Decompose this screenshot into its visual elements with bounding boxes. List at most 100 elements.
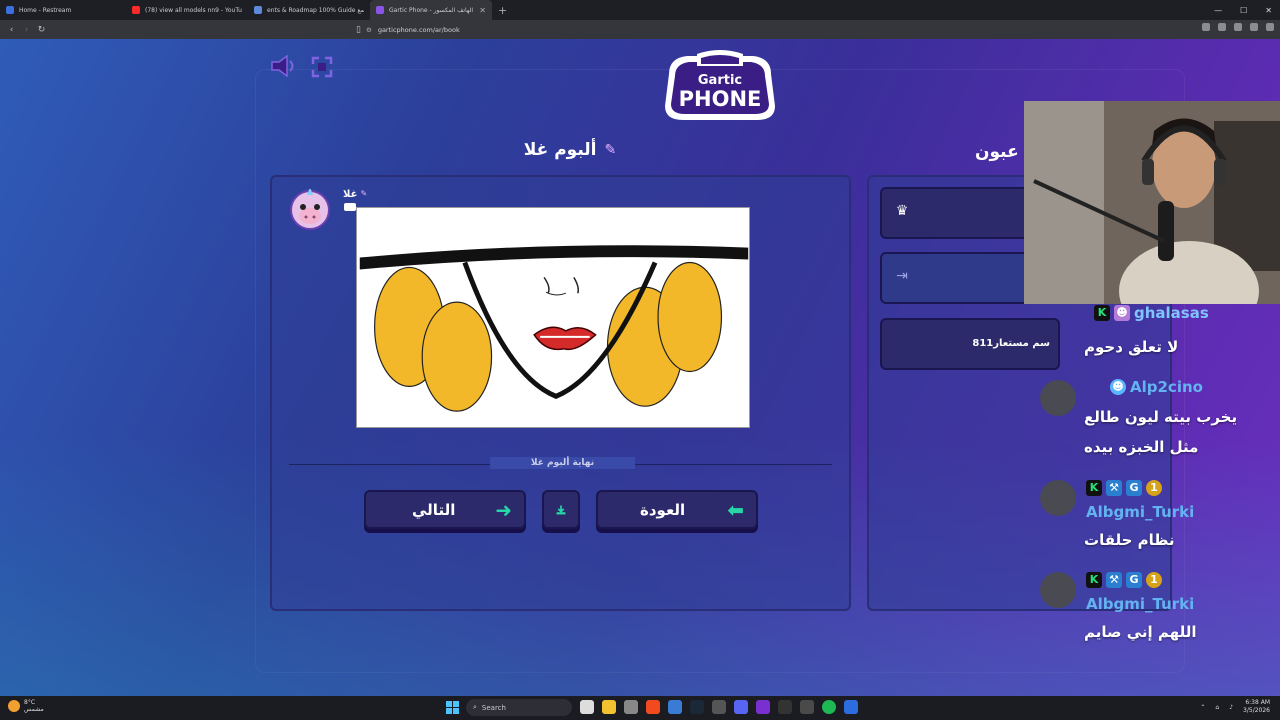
back-icon[interactable]: ‹ [4, 25, 19, 35]
bookmark-icon[interactable]: ▯ [351, 25, 366, 35]
chat-message-text: لا تعلق دحوم [1084, 338, 1179, 356]
taskbar-search[interactable]: ⌕ Search [466, 699, 572, 716]
gartic-phone-logo: Gartic PHONE [665, 50, 775, 120]
chat-avatar [1040, 480, 1076, 516]
file-explorer-icon[interactable] [602, 700, 616, 714]
end-label-text: نهاية ألبوم غلا [530, 458, 595, 468]
weather-desc: مشمس [24, 706, 44, 713]
tab-youtube[interactable]: (78) view all models nn9 - YouTube [126, 0, 248, 20]
kick-badge-icon: K [1086, 480, 1102, 496]
next-button[interactable]: التالي ➜ [364, 490, 526, 529]
chat-message: لا تعلق دحوم [1084, 338, 1178, 356]
clock[interactable]: 6:38 AM 3/5/2026 [1243, 699, 1270, 715]
system-tray: ⌃ ⌂ ♪ 6:38 AM 3/5/2026 [1200, 699, 1270, 715]
youtube-favicon-icon [132, 6, 140, 14]
chat-message-text: نظام حلقات [1084, 531, 1175, 549]
download-button[interactable] [542, 490, 580, 529]
weather-widget[interactable]: 8°C مشمس [8, 699, 44, 713]
chat-username-row: K ☻ ghalasas [1094, 304, 1209, 322]
browser-tabbar: Home - Restream (78) view all models nn9… [0, 0, 1280, 20]
menu-icon[interactable] [1266, 23, 1274, 31]
chat-message: نظام حلقات [1084, 531, 1175, 549]
app-icon[interactable] [668, 700, 682, 714]
maximize-icon[interactable]: ☐ [1240, 6, 1247, 15]
chat-username: ghalasas [1134, 304, 1209, 322]
steam-icon[interactable] [690, 700, 704, 714]
close-window-icon[interactable]: ✕ [1265, 6, 1272, 15]
rank-badge-icon: 1 [1146, 480, 1162, 496]
gift-badge-icon: G [1126, 572, 1142, 588]
windows-taskbar: 8°C مشمس ⌕ Search ⌃ ⌂ ♪ 6:38 AM 3/5/2026 [0, 696, 1280, 720]
rank-badge-icon: 1 [1146, 572, 1162, 588]
back-button[interactable]: العودة ⬅ [596, 490, 758, 529]
sidebar-icon[interactable] [1234, 23, 1242, 31]
task-view-icon[interactable] [580, 700, 594, 714]
tool-badge-icon: ⚒ [1106, 572, 1122, 588]
emote-badge-icon: ☻ [1114, 305, 1130, 321]
windows-start-icon[interactable] [446, 701, 459, 714]
gartic-favicon-icon [376, 6, 384, 14]
taskbar-apps [580, 700, 858, 714]
app-icon[interactable] [778, 700, 792, 714]
player-drawing [356, 207, 750, 428]
chat-message: اللهم إني صايم [1084, 623, 1196, 641]
url-text: garticphone.com/ar/book [377, 25, 460, 34]
settings-icon[interactable] [624, 700, 638, 714]
network-icon[interactable]: ⌂ [1215, 704, 1219, 711]
chat-message-text: مثل الخبزه بيده [1084, 438, 1199, 456]
chat-message: مثل الخبزه بيده [1084, 438, 1198, 456]
chat-username-row: K ⚒ G 1 [1086, 480, 1162, 496]
chat-username-row: ☻ Alp2cino [1110, 378, 1203, 396]
app-icon[interactable] [800, 700, 814, 714]
chat-username: Albgmi_Turki [1086, 503, 1195, 521]
tab-restream[interactable]: Home - Restream [0, 0, 122, 20]
roadmap-favicon-icon [254, 6, 262, 14]
app-icon[interactable] [756, 700, 770, 714]
clock-date: 3/5/2026 [1243, 707, 1270, 714]
extension-icon[interactable] [1218, 23, 1226, 31]
app-icon[interactable] [844, 700, 858, 714]
logo-top-text: Gartic [698, 73, 742, 88]
tab-title: (78) view all models nn9 - YouTube [145, 6, 242, 14]
fullscreen-icon[interactable] [311, 56, 333, 78]
restream-favicon-icon [6, 6, 14, 14]
close-tab-icon[interactable]: ✕ [479, 6, 486, 15]
forward-icon[interactable]: › [19, 25, 34, 35]
wallet-icon[interactable] [1250, 23, 1258, 31]
tool-badge-icon: ⚒ [1106, 480, 1122, 496]
next-label: التالي [412, 500, 456, 519]
logo-bottom-text: PHONE [679, 87, 762, 111]
tab-gartic[interactable]: Gartic Phone - لعبة الهاتف المكسور ✕ [370, 0, 492, 20]
author-name: غلا [343, 189, 358, 200]
search-icon: ⌕ [473, 703, 477, 711]
tab-title: Gartic Phone - لعبة الهاتف المكسور [389, 6, 474, 14]
players-title: عبون [975, 142, 1019, 162]
volume-icon[interactable]: ♪ [1229, 704, 1233, 711]
minimize-icon[interactable]: — [1214, 6, 1222, 15]
chat-username-row: K ⚒ G 1 [1086, 572, 1162, 588]
discord-icon[interactable] [734, 700, 748, 714]
new-tab-button[interactable]: + [498, 4, 507, 17]
chevron-up-icon[interactable]: ⌃ [1200, 704, 1205, 711]
player-slot: سم مستعار811 [880, 318, 1060, 370]
logout-icon[interactable]: ⇥ [892, 268, 912, 288]
search-label: Search [481, 703, 506, 712]
back-label: العودة [640, 500, 686, 519]
site-info-icon[interactable]: ⚙ [366, 26, 372, 34]
emote-badge-icon: ☻ [1110, 379, 1126, 395]
app-icon[interactable] [712, 700, 726, 714]
reload-icon[interactable]: ↻ [34, 25, 49, 35]
webcam-overlay [1024, 101, 1280, 304]
chat-message: يخرب بيته ليون طالع [1084, 408, 1237, 426]
chat-username-row: Albgmi_Turki [1086, 503, 1194, 521]
tab-title: Home - Restream [19, 6, 72, 14]
address-bar: ‹ › ↻ ▯ ⚙ garticphone.com/ar/book [0, 20, 1280, 39]
tab-roadmap[interactable]: ents & Roadmap 100% Guide مجتمع [248, 0, 370, 20]
author-avatar [290, 189, 330, 230]
extension-icon[interactable] [1202, 23, 1210, 31]
brave-icon[interactable] [646, 700, 660, 714]
url-field[interactable]: ⚙ garticphone.com/ar/book [366, 23, 896, 36]
arrow-right-icon: ➜ [495, 497, 512, 522]
spotify-icon[interactable] [822, 700, 836, 714]
sound-icon[interactable] [270, 55, 300, 77]
